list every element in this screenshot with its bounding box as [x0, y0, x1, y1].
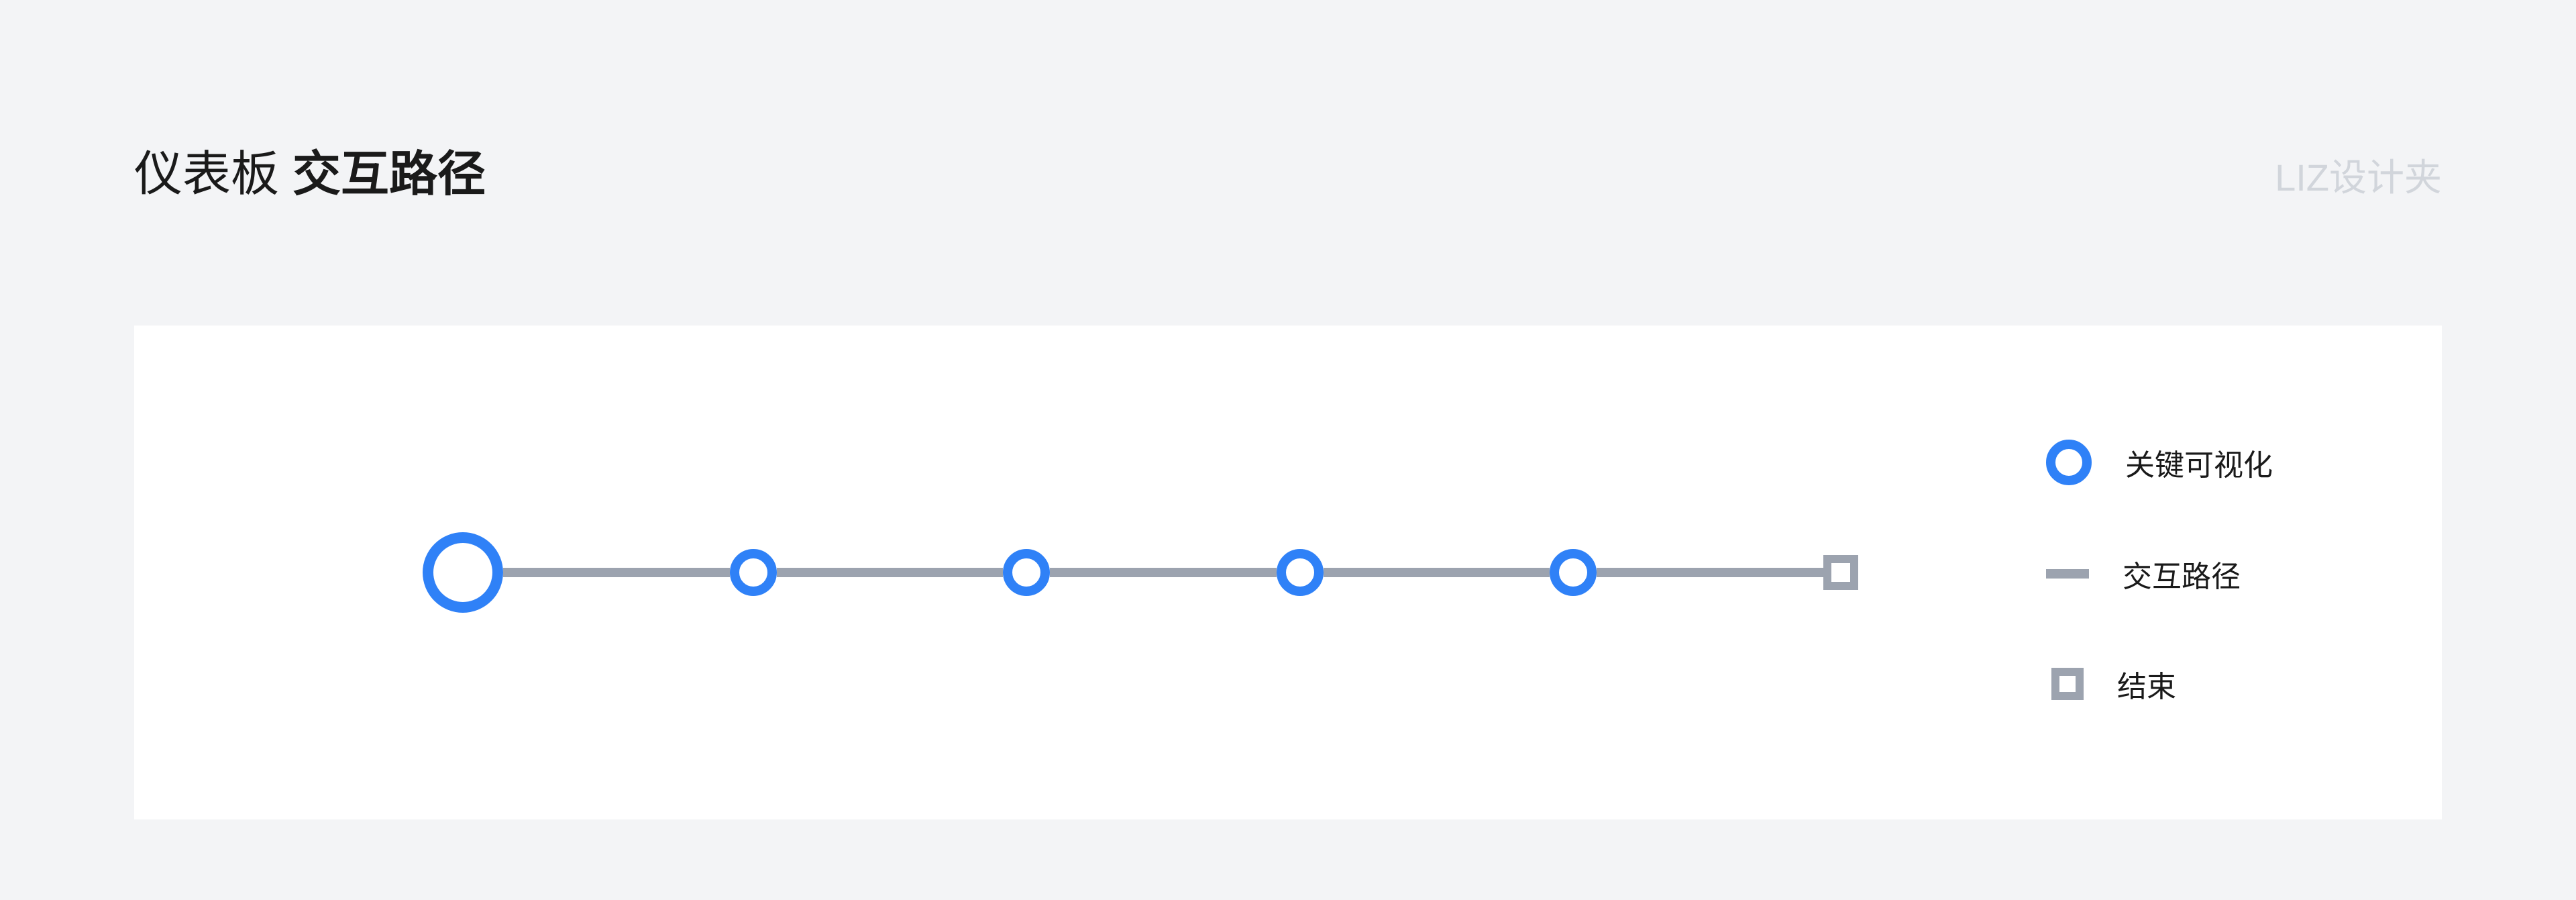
connector-line — [777, 568, 1004, 577]
legend-item-path: 交互路径 — [2046, 552, 2348, 595]
mid-node-icon — [1277, 549, 1324, 596]
page-title: 交互路径 — [292, 134, 486, 205]
legend-item-key-viz: 关键可视化 — [2046, 440, 2348, 485]
watermark: LIZ设计夹 — [2275, 148, 2442, 202]
path-diagram — [423, 532, 1858, 613]
title-group: 仪表板 交互路径 — [134, 134, 486, 205]
legend-label: 交互路径 — [2123, 552, 2241, 595]
mid-node-icon — [1003, 549, 1050, 596]
mid-node-icon — [1550, 549, 1597, 596]
title-prefix: 仪表板 — [134, 134, 279, 205]
mid-node-icon — [730, 549, 777, 596]
legend-label: 关键可视化 — [2125, 441, 2273, 484]
square-icon — [2051, 668, 2084, 700]
header: 仪表板 交互路径 LIZ设计夹 — [134, 134, 2442, 205]
connector-line — [1324, 568, 1550, 577]
page-container: 仪表板 交互路径 LIZ设计夹 关键可视化 交互路径 — [0, 0, 2576, 900]
connector-line — [1050, 568, 1277, 577]
connector-line — [1597, 568, 1823, 577]
start-node-icon — [423, 532, 503, 613]
legend: 关键可视化 交互路径 结束 — [2046, 440, 2348, 705]
diagram-card: 关键可视化 交互路径 结束 — [134, 326, 2442, 819]
end-node-icon — [1823, 555, 1858, 590]
legend-label: 结束 — [2117, 662, 2176, 705]
line-icon — [2046, 569, 2089, 579]
circle-icon — [2046, 440, 2092, 485]
legend-item-end: 结束 — [2046, 662, 2348, 705]
connector-line — [503, 568, 730, 577]
